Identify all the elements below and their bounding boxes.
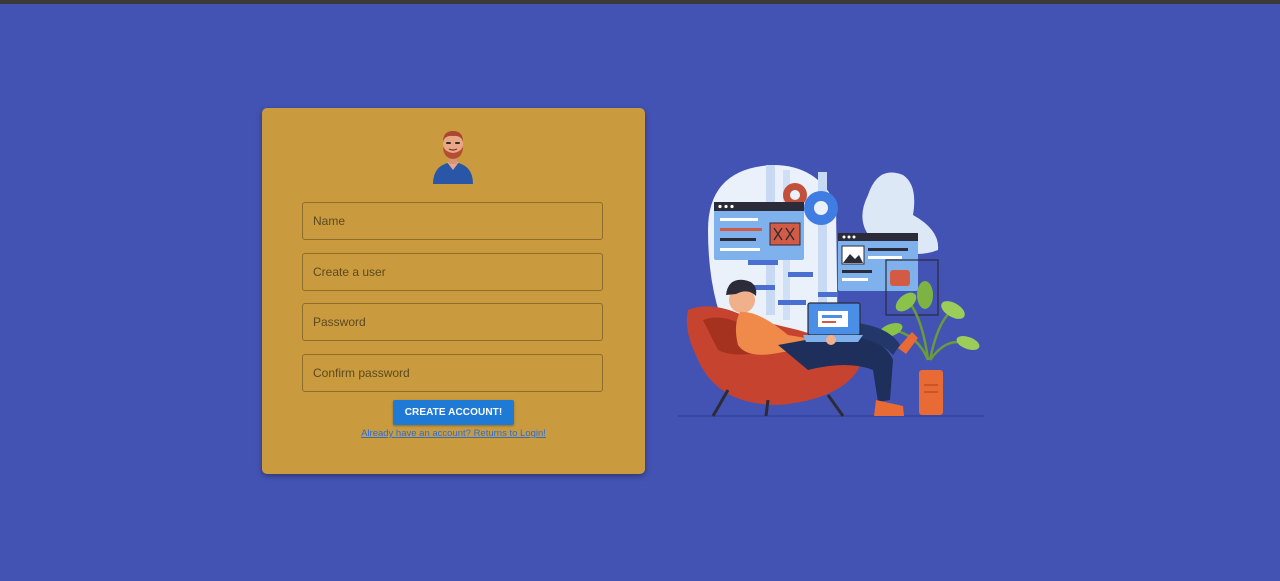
- register-card: CREATE ACCOUNT! Already have an account?…: [262, 108, 645, 474]
- return-to-login-link[interactable]: Already have an account? Returns to Logi…: [262, 428, 645, 439]
- browser-top-bar: [0, 0, 1280, 4]
- username-field[interactable]: [302, 253, 603, 291]
- create-account-button[interactable]: CREATE ACCOUNT!: [393, 400, 514, 425]
- password-field[interactable]: [302, 303, 603, 341]
- person-working-on-laptop-illustration: [678, 165, 984, 417]
- name-field[interactable]: [302, 202, 603, 240]
- confirm-password-field[interactable]: [302, 354, 603, 392]
- user-avatar-icon: [433, 131, 473, 184]
